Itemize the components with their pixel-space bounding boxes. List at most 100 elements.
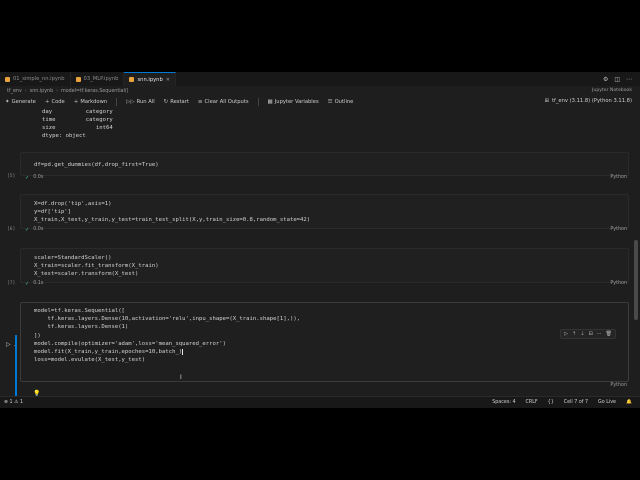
tab-label: 01_simple_nn.ipynb [13, 76, 65, 82]
jupyter-variables-button[interactable]: ▦ Jupyter Variables [268, 99, 319, 105]
clear-all-label: Clear All Outputs [204, 99, 249, 105]
tab-label: snn.ipynb [137, 76, 163, 83]
cell-status: Python [20, 381, 629, 390]
cell-editor[interactable]: scaler=StandardScaler() X_train=scaler.f… [20, 248, 629, 283]
code-cell[interactable]: scaler=StandardScaler() X_train=scaler.f… [20, 248, 629, 288]
bell-icon[interactable]: 🔔 [626, 400, 632, 405]
outline-icon: ☰ [327, 99, 333, 105]
cell-editor[interactable]: model=tf.keras.Sequential([ tf.keras.lay… [20, 302, 629, 382]
indentation-setting[interactable]: Spaces: 4 [492, 400, 515, 405]
more-icon[interactable]: ⋯ [597, 331, 602, 337]
code-line[interactable]: model=tf.keras.Sequential([ [21, 307, 628, 315]
notebook-icon [129, 77, 135, 82]
execute-below-icon[interactable]: ⇣ [580, 331, 584, 337]
execute-above-icon[interactable]: ⇡ [572, 331, 576, 337]
more-icon[interactable]: ⋯ [626, 76, 632, 83]
tab-actions: ⚙ ◫ ⋯ [603, 72, 640, 86]
kernel-picker[interactable]: ⊞ tf_env (3.11.8) (Python 3.11.8) [545, 98, 632, 104]
add-code-button[interactable]: + Code [45, 99, 65, 105]
cell-language[interactable]: Python [610, 227, 627, 232]
exec-time: 0.1s [33, 281, 44, 286]
restart-icon: ↻ [163, 99, 169, 105]
code-line[interactable]: tf.keras.layers.Dense(1) [21, 323, 628, 331]
execution-count: [5] [7, 174, 16, 179]
output-line: time category [42, 117, 113, 123]
code-cell[interactable]: df=pd.get_dummies(df,drop_first=True) ✓ … [20, 152, 629, 182]
cell-toolbar: ▷ ⇡ ⇣ ⊟ ⋯ 🗑 [560, 329, 616, 339]
toolbar-divider [116, 98, 118, 106]
output-line: dtype: object [42, 133, 86, 139]
run-by-line-icon[interactable]: ▷ [564, 331, 568, 337]
tab-label: 03_MLP.ipynb [83, 76, 119, 82]
outline-button[interactable]: ☰ Outline [328, 99, 354, 105]
markdown-label: Markdown [80, 99, 108, 105]
text-cursor [182, 348, 184, 355]
toolbar-divider [257, 98, 259, 106]
breadcrumb-item[interactable]: snn.ipynb [30, 89, 53, 94]
cell-editor[interactable]: X=df.drop('tip',axis=1) y=df['tip'] X_tr… [20, 194, 629, 229]
output-line: size int64 [42, 125, 113, 131]
line-ending-setting[interactable]: CRLF [526, 400, 538, 405]
kernel-label: tf_env (3.11.8) (Python 3.11.8) [551, 98, 632, 104]
go-live-button[interactable]: Go Live [598, 400, 616, 405]
variables-label: Jupyter Variables [274, 99, 319, 105]
cell-position[interactable]: Cell 7 of 7 [564, 400, 588, 405]
code-line[interactable]: X_train,X_test,y_train,y_test=train_test… [21, 216, 628, 224]
notebook-type-label: Jupyter Notebook [592, 88, 632, 93]
braces-icon: {} [547, 400, 554, 405]
code-text[interactable]: model.fit(X_train,y_train,epoches=10,bat… [34, 349, 182, 355]
code-line[interactable]: model.compile(optimizer='adam',loss='mea… [21, 340, 628, 348]
output-line: day category [42, 109, 113, 115]
code-line[interactable]: X_test=scaler.transform(X_test) [21, 270, 628, 278]
cell-status: ✓ 0.0s Python [20, 225, 629, 234]
code-line[interactable]: y=df['tip'] [21, 208, 628, 216]
output-cell-dtypes: day category time category size int64 dt… [20, 108, 629, 140]
run-cell-icon[interactable]: ▷ [6, 341, 11, 348]
code-line[interactable]: ]) [21, 332, 628, 340]
code-line-active[interactable]: model.fit(X_train,y_train,epoches=10,bat… [21, 348, 628, 356]
cell-language[interactable]: Python [610, 383, 627, 388]
notebook-icon [75, 76, 81, 82]
breadcrumb-item[interactable]: model=tf.keras.Sequential() [61, 89, 129, 94]
statusbar-right: Spaces: 4 CRLF {} Cell 7 of 7 Go Live 🔔 [492, 400, 640, 405]
vertical-scrollbar[interactable] [634, 240, 638, 320]
code-cell-focused[interactable]: model=tf.keras.Sequential([ tf.keras.lay… [20, 302, 629, 388]
split-cell-icon[interactable]: ⊟ [588, 331, 592, 337]
problems-indicator[interactable]: ⊗ 1 ⚠ 1 [4, 400, 23, 405]
chevron-down-icon[interactable]: ⌄ [13, 342, 16, 347]
tab-snn[interactable]: snn.ipynb ✕ [124, 72, 176, 86]
code-line[interactable]: scaler=StandardScaler() [21, 254, 628, 262]
generate-button[interactable]: ✦ Generate [5, 99, 36, 105]
cell-language[interactable]: Python [610, 281, 627, 286]
code-cell[interactable]: X=df.drop('tip',axis=1) y=df['tip'] X_tr… [20, 194, 629, 234]
tab-bar: 01_simple_nn.ipynb 03_MLP.ipynb snn.ipyn… [0, 72, 640, 86]
breadcrumb-item[interactable]: tf_env [7, 89, 22, 94]
cell-status: ✓ 0.1s Python [20, 279, 629, 288]
outline-label: Outline [334, 99, 354, 105]
code-line[interactable]: loss=model.evulate(X_test,y_test) [21, 356, 628, 364]
variables-icon: ▦ [267, 99, 273, 105]
execution-count: [6] [7, 227, 16, 232]
add-markdown-button[interactable]: + Markdown [74, 99, 107, 105]
code-line[interactable]: X=df.drop('tip',axis=1) [21, 200, 628, 208]
trash-icon[interactable]: 🗑 [606, 331, 612, 337]
sparkle-icon: ✦ [5, 99, 10, 105]
run-all-button[interactable]: ▷▷ Run All [126, 99, 155, 105]
code-line[interactable]: X_train=scaler.fit_transform(X_train) [21, 262, 628, 270]
tab-01-simple-nn[interactable]: 01_simple_nn.ipynb [0, 72, 71, 86]
code-line[interactable]: df=pd.get_dummies(df,drop_first=True) [21, 161, 628, 169]
close-icon[interactable]: ✕ [166, 77, 170, 83]
restart-button[interactable]: ↻ Restart [164, 99, 189, 105]
cell-status: ✓ 0.0s Python [20, 173, 629, 182]
clear-all-outputs-button[interactable]: ≡ Clear All Outputs [198, 99, 249, 105]
run-all-icon: ▷▷ [126, 99, 135, 105]
chevron-right-icon: › [56, 88, 59, 94]
mouse-ibeam-icon: I [180, 374, 182, 381]
code-line[interactable]: tf.keras.layers.Dense(10,activation='rel… [21, 315, 628, 323]
split-editor-icon[interactable]: ◫ [614, 76, 620, 83]
kernel-icon: ⊞ [544, 98, 549, 104]
gear-icon[interactable]: ⚙ [603, 76, 608, 83]
plus-icon: + [44, 99, 50, 105]
tab-03-mlp[interactable]: 03_MLP.ipynb [71, 72, 125, 86]
cell-language[interactable]: Python [610, 175, 627, 180]
